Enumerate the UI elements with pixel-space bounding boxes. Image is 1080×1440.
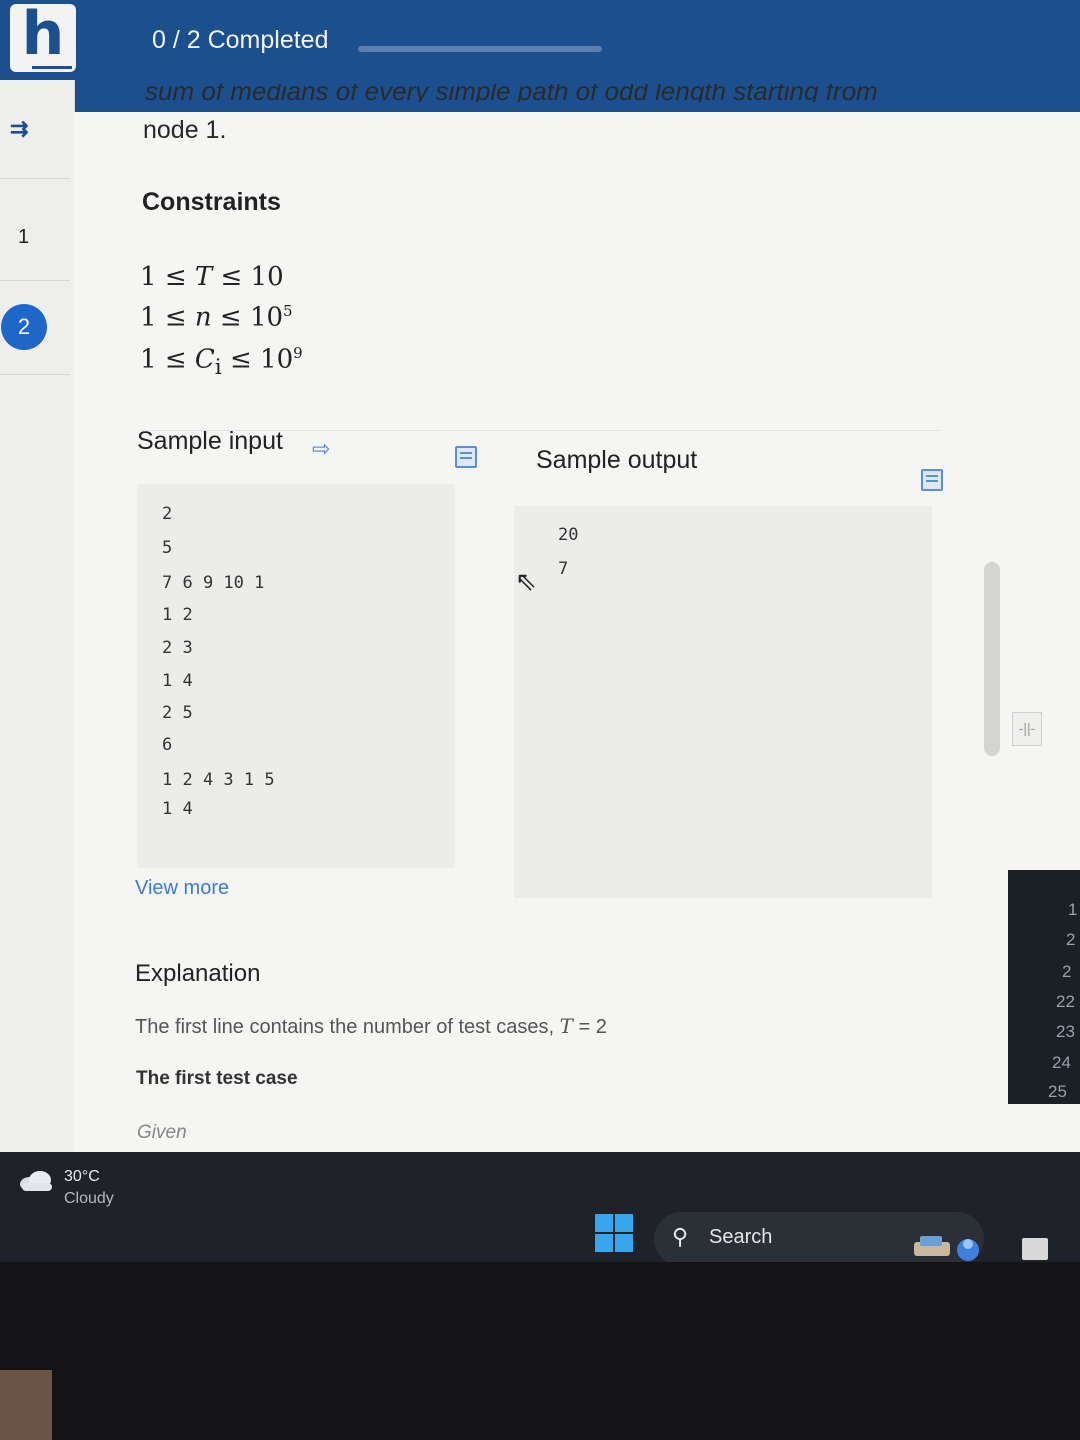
output-line: 20 [558,525,579,545]
output-line: 7 [558,559,569,579]
input-line: 6 [162,735,173,755]
hackerearth-logo[interactable]: h [10,4,76,72]
scrollbar[interactable] [984,562,1000,756]
line-number: 2 [1062,962,1072,981]
problem-statement-clipped: sum of medians of every simple path of o… [145,84,878,102]
system-tray-icon[interactable] [1022,1238,1048,1260]
constraints-heading: Constraints [142,188,281,216]
copy-output-icon[interactable] [921,469,943,491]
panel-resize-handle-icon[interactable]: -||- [1012,712,1042,746]
line-number: 1 [1068,900,1078,919]
constraint-n: 1 ≤ n ≤ 105 [140,302,293,333]
explanation-text: The first line contains the number of te… [135,1014,607,1038]
line-number: 23 [1056,1022,1075,1041]
input-line: 1 4 [162,799,193,819]
sidebar-divider [0,280,70,281]
progress-bar [358,46,602,52]
cloud-weather-icon [20,1171,52,1191]
sample-input-heading: Sample input [137,427,283,455]
desk-object [0,1370,52,1440]
taskbar-search-label: Search [709,1226,773,1248]
input-line: 7 6 9 10 1 [162,573,265,593]
line-number: 22 [1056,992,1075,1011]
input-line: 2 3 [162,638,193,658]
input-line: 1 2 [162,605,193,625]
input-line: 1 2 4 3 1 5 [162,770,275,790]
constraint-t: 1 ≤ T ≤ 10 [140,262,284,292]
list-arrow-icon[interactable]: ⇉ [10,116,28,142]
constraint-c: 1 ≤ Ci ≤ 109 [140,344,303,380]
sample-output-box [514,506,932,898]
sidebar-divider [0,374,70,375]
windows-start-icon[interactable] [595,1214,633,1252]
logo-underline [32,66,72,69]
weather-condition[interactable]: Cloudy [64,1190,114,1208]
first-test-case-heading: The first test case [136,1068,298,1089]
input-line: 2 [162,504,173,524]
explanation-heading: Explanation [135,960,261,987]
sidebar-question-2-active[interactable]: 2 [1,304,47,350]
copy-input-icon[interactable] [455,446,477,468]
logo-letter: h [21,0,65,69]
search-icon: ⚲ [672,1224,689,1249]
line-number: 24 [1052,1053,1071,1072]
sidebar-divider [0,178,70,179]
view-more-link[interactable]: View more [135,877,229,900]
problem-statement-end: node 1. [143,116,227,144]
desk-background [0,1262,1080,1440]
progress-text: 0 / 2 Completed [152,26,329,54]
question-sidebar [0,80,75,1190]
input-line: 1 4 [162,671,193,691]
weather-temperature[interactable]: 30°C [64,1168,100,1186]
mouse-cursor-icon: ⇖ [515,566,537,596]
sample-output-heading: Sample output [536,446,698,474]
input-line: 2 5 [162,703,193,723]
open-in-editor-icon[interactable]: ⇨ [312,436,330,462]
screen: h 0 / 2 Completed ⇉ 1 2 sum of medians o… [0,0,1080,1190]
sidebar-question-1[interactable]: 1 [18,226,29,249]
line-number: 25 [1048,1082,1067,1101]
given-text: Given [137,1122,187,1143]
line-number: 2 [1066,930,1076,949]
input-line: 5 [162,538,173,558]
